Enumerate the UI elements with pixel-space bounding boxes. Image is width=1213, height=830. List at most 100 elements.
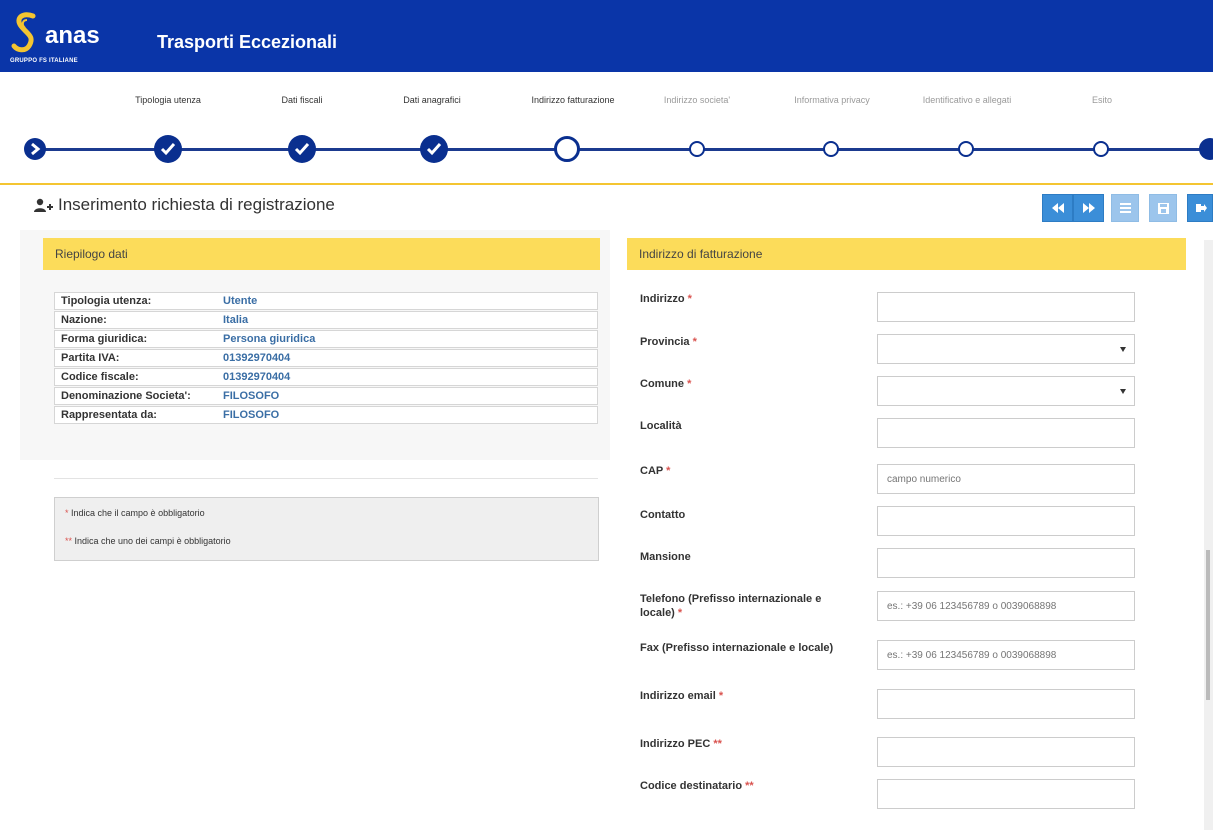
legend-text: Indica che il campo è obbligatorio xyxy=(68,508,205,518)
step-node-identificativo-allegati xyxy=(958,141,974,157)
required-mark: * xyxy=(718,690,724,702)
summary-row: Codice fiscale: 01392970404 xyxy=(54,368,598,386)
required-mark: ** xyxy=(65,536,73,546)
label-email: Indirizzo email * xyxy=(640,689,850,703)
step-node-dati-anagrafici[interactable] xyxy=(420,135,448,163)
localita-input[interactable] xyxy=(877,418,1135,448)
stepper-start-icon[interactable] xyxy=(24,138,46,160)
check-icon xyxy=(160,143,176,156)
caret-down-icon xyxy=(1120,389,1126,394)
step-node-tipologia[interactable] xyxy=(154,135,182,163)
exit-button[interactable] xyxy=(1187,194,1213,222)
step-label-informativa-privacy: Informativa privacy xyxy=(794,95,870,105)
arrow-right-icon xyxy=(31,142,41,156)
legend-text: Indica che uno dei campi è obbligatorio xyxy=(72,536,231,546)
summary-row: Tipologia utenza: Utente xyxy=(54,292,598,310)
mansione-input[interactable] xyxy=(877,548,1135,578)
summary-row: Partita IVA: 01392970404 xyxy=(54,349,598,367)
summary-label: Nazione: xyxy=(61,314,107,326)
label-text: Indirizzo PEC xyxy=(640,738,711,750)
stepper-line xyxy=(30,148,1210,151)
legend-required: * Indica che il campo è obbligatorio xyxy=(65,508,205,518)
required-mark: * xyxy=(666,465,671,477)
step-node-informativa-privacy xyxy=(823,141,839,157)
label-text: Contatto xyxy=(640,509,686,521)
label-text: CAP xyxy=(640,465,664,477)
summary-value: Utente xyxy=(223,295,258,307)
caret-down-icon xyxy=(1120,347,1126,352)
double-right-icon xyxy=(1083,203,1095,213)
required-mark: ** xyxy=(713,738,722,750)
required-fields-legend: * Indica che il campo è obbligatorio ** … xyxy=(54,497,599,561)
double-left-icon xyxy=(1052,203,1064,213)
summary-row: Forma giuridica: Persona giuridica xyxy=(54,330,598,348)
step-label-identificativo-allegati: Identificativo e allegati xyxy=(922,95,1012,105)
save-button[interactable] xyxy=(1149,194,1177,222)
add-user-icon xyxy=(34,198,53,212)
cap-input[interactable] xyxy=(877,464,1135,494)
summary-table: Tipologia utenza: Utente Nazione: Italia F… xyxy=(54,292,598,425)
summary-row: Nazione: Italia xyxy=(54,311,598,329)
scrollbar-thumb[interactable] xyxy=(1206,550,1210,700)
divider xyxy=(0,183,1213,185)
app-title: Trasporti Eccezionali xyxy=(157,32,338,52)
stepper-end-icon[interactable] xyxy=(1199,138,1213,160)
summary-value: Italia xyxy=(223,314,249,326)
check-icon xyxy=(294,143,310,156)
label-text: Provincia xyxy=(640,336,690,348)
comune-select[interactable] xyxy=(877,376,1135,406)
anas-logo[interactable]: anas GRUPPO FS ITALIANE xyxy=(5,10,125,70)
fax-input[interactable] xyxy=(877,640,1135,670)
label-indirizzo: Indirizzo * xyxy=(640,292,850,306)
anas-s-icon xyxy=(11,12,36,53)
label-fax: Fax (Prefisso internazionale e locale) xyxy=(640,641,850,655)
step-node-indirizzo-fatturazione[interactable] xyxy=(554,136,580,162)
summary-label: Codice fiscale: xyxy=(61,371,139,383)
label-text: Località xyxy=(640,420,682,432)
required-mark: * xyxy=(687,293,692,305)
summary-label: Forma giuridica: xyxy=(61,333,148,345)
telefono-input[interactable] xyxy=(877,591,1135,621)
summary-value: 01392970404 xyxy=(223,352,291,364)
label-pec: Indirizzo PEC ** xyxy=(640,737,850,751)
label-cap: CAP * xyxy=(640,464,850,478)
label-text: Telefono (Prefisso internazionale e loca… xyxy=(640,593,822,619)
billing-address-header: Indirizzo di fatturazione xyxy=(627,238,1186,270)
check-icon xyxy=(426,143,442,156)
required-mark: * xyxy=(677,607,683,619)
legend-one-required: ** Indica che uno dei campi è obbligator… xyxy=(65,536,231,546)
summary-value: Persona giuridica xyxy=(223,333,316,345)
page-title-row: Inserimento richiesta di registrazione xyxy=(0,186,1213,228)
label-text: Codice destinatario xyxy=(640,780,743,792)
label-contatto: Contatto xyxy=(640,508,850,522)
indirizzo-input[interactable] xyxy=(877,292,1135,322)
label-text: Indirizzo xyxy=(640,293,685,305)
step-label-dati-anagrafici: Dati anagrafici xyxy=(403,95,461,105)
contatto-input[interactable] xyxy=(877,506,1135,536)
codice-destinatario-input[interactable] xyxy=(877,779,1135,809)
summary-value: FILOSOFO xyxy=(223,409,280,421)
step-node-dati-fiscali[interactable] xyxy=(288,135,316,163)
provincia-select[interactable] xyxy=(877,334,1135,364)
next-button[interactable] xyxy=(1073,194,1104,222)
required-mark: * xyxy=(692,336,697,348)
step-label-tipologia: Tipologia utenza xyxy=(135,95,201,105)
previous-button[interactable] xyxy=(1042,194,1073,222)
page-title: Inserimento richiesta di registrazione xyxy=(58,195,335,214)
label-text: Indirizzo email xyxy=(640,690,716,702)
step-node-indirizzo-societa xyxy=(689,141,705,157)
list-button[interactable] xyxy=(1111,194,1139,222)
summary-row: Rappresentata da: FILOSOFO xyxy=(54,406,598,424)
summary-header: Riepilogo dati xyxy=(43,238,600,270)
step-label-dati-fiscali: Dati fiscali xyxy=(281,95,323,105)
label-provincia: Provincia * xyxy=(640,335,850,349)
step-label-esito: Esito xyxy=(1091,95,1112,105)
email-input[interactable] xyxy=(877,689,1135,719)
separator xyxy=(54,478,598,479)
pec-input[interactable] xyxy=(877,737,1135,767)
label-codice-destinatario: Codice destinatario ** xyxy=(640,779,850,793)
label-text: Fax (Prefisso internazionale e locale) xyxy=(640,642,834,654)
list-icon xyxy=(1120,203,1131,213)
label-text: Mansione xyxy=(640,551,691,563)
scrollbar[interactable] xyxy=(1204,240,1213,830)
